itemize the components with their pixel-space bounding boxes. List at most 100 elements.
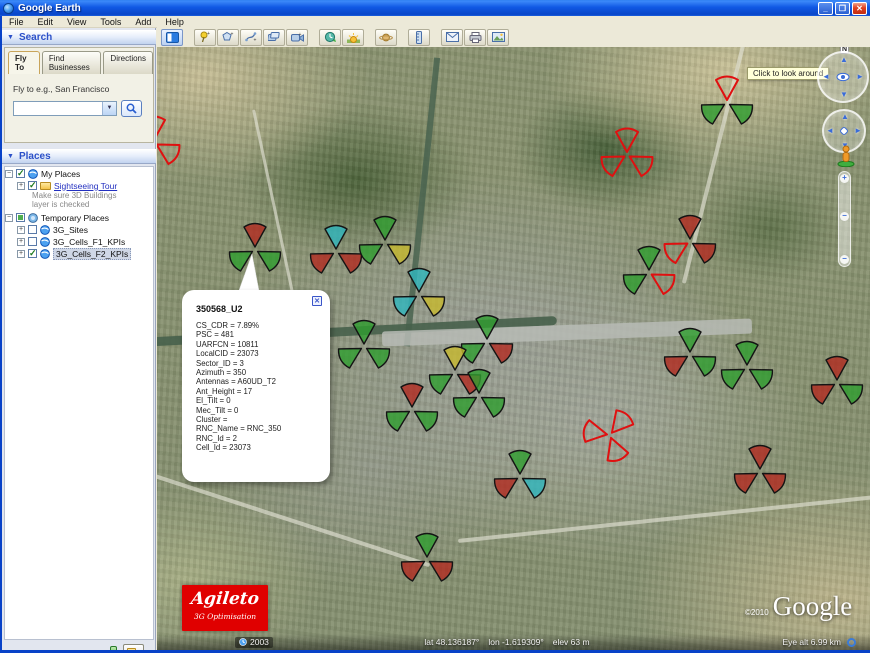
title-bar[interactable]: Google Earth _ ❐ ✕ (0, 0, 870, 16)
fly-to-input[interactable]: ▼ (13, 101, 117, 116)
look-left-arrow-icon[interactable]: ◄ (822, 72, 830, 81)
look-up-arrow-icon[interactable]: ▲ (840, 55, 848, 64)
sector-cyan[interactable] (408, 269, 430, 293)
menu-help[interactable]: Help (158, 17, 191, 27)
3g-cells-f1-checkbox[interactable] (28, 237, 37, 246)
sector-green[interactable] (451, 388, 482, 419)
switch-planet-button[interactable] (375, 29, 397, 46)
ruler-button[interactable] (408, 29, 430, 46)
save-image-button[interactable] (487, 29, 509, 46)
sector-red[interactable] (687, 234, 718, 265)
sightseeing-checkbox[interactable] (28, 181, 37, 190)
expand-node-icon[interactable]: + (17, 250, 25, 258)
cell-site-marker[interactable] (725, 437, 795, 507)
tree-item-3g-sites[interactable]: + 3G_Sites (17, 224, 153, 235)
sector-red[interactable] (732, 464, 763, 495)
sector-green[interactable] (834, 375, 865, 406)
cell-site-marker[interactable] (802, 348, 870, 418)
cell-site-marker[interactable] (655, 207, 725, 277)
places-panel-header[interactable]: ▼ Places (2, 149, 156, 164)
sector-red[interactable] (749, 446, 771, 470)
3g-sites-checkbox[interactable] (28, 225, 37, 234)
collapse-node-icon[interactable]: − (5, 170, 13, 178)
tab-directions[interactable]: Directions (103, 51, 153, 74)
show-sidebar-button[interactable] (161, 29, 183, 46)
cell-site-marker[interactable] (444, 361, 514, 431)
sector-outline[interactable] (157, 117, 165, 141)
sector-outline[interactable] (604, 408, 636, 440)
sector-green[interactable] (621, 265, 652, 296)
sector-green[interactable] (468, 370, 490, 394)
email-button[interactable] (441, 29, 463, 46)
menu-view[interactable]: View (60, 17, 93, 27)
sector-green[interactable] (736, 342, 758, 366)
sector-green[interactable] (336, 339, 367, 370)
sector-green[interactable] (476, 388, 507, 419)
cell-site-marker[interactable] (485, 442, 555, 512)
sector-red[interactable] (826, 357, 848, 381)
sector-outline[interactable] (601, 434, 630, 464)
cell-site-marker[interactable] (592, 120, 662, 190)
move-left-arrow-icon[interactable]: ◄ (826, 126, 834, 135)
close-button[interactable]: ✕ (852, 2, 867, 15)
move-right-arrow-icon[interactable]: ► (854, 126, 862, 135)
imagery-date[interactable]: 2003 (235, 637, 273, 648)
temporary-places-checkbox[interactable] (16, 213, 25, 222)
add-path-button[interactable]: + (240, 29, 262, 46)
tree-item-temporary-places[interactable]: − Temporary Places (5, 212, 153, 223)
sector-green[interactable] (476, 316, 498, 340)
expand-node-icon[interactable]: + (17, 226, 25, 234)
sector-green[interactable] (699, 95, 730, 126)
tree-item-3g-cells-f1-kpis[interactable]: + 3G_Cells_F1_KPIs (17, 236, 153, 247)
sector-green[interactable] (384, 402, 415, 433)
tree-item-my-places[interactable]: − My Places (5, 168, 153, 179)
map-viewport[interactable]: ✕ 350568_U2 CS_CDR = 7.89% PSC = 481 UAR… (157, 47, 870, 650)
sector-red[interactable] (401, 384, 423, 408)
historical-imagery-button[interactable] (319, 29, 341, 46)
sector-green[interactable] (744, 360, 775, 391)
balloon-close-icon[interactable]: ✕ (312, 296, 322, 306)
sunlight-button[interactable] (342, 29, 364, 46)
expand-node-icon[interactable]: + (17, 182, 25, 190)
cell-site-marker[interactable] (157, 108, 189, 178)
sector-green[interactable] (416, 534, 438, 558)
add-placemark-button[interactable]: + (194, 29, 216, 46)
sector-green[interactable] (353, 321, 375, 345)
cell-site-marker[interactable] (392, 525, 462, 595)
sector-red[interactable] (809, 375, 840, 406)
cell-site-marker[interactable] (712, 333, 782, 403)
look-right-arrow-icon[interactable]: ► (856, 72, 864, 81)
menu-tools[interactable]: Tools (93, 17, 128, 27)
sector-red[interactable] (679, 216, 701, 240)
sector-red[interactable] (492, 469, 523, 500)
record-tour-button[interactable]: + (286, 29, 308, 46)
sector-red[interactable] (399, 552, 430, 583)
tab-fly-to[interactable]: Fly To (8, 51, 40, 74)
look-joystick[interactable]: ▲ ▼ ◄ ► (817, 51, 869, 103)
my-places-checkbox[interactable] (16, 169, 25, 178)
sector-red[interactable] (308, 244, 339, 275)
sector-red[interactable] (757, 464, 788, 495)
sector-red[interactable] (662, 347, 693, 378)
menu-add[interactable]: Add (128, 17, 158, 27)
sector-outline[interactable] (157, 135, 182, 166)
pegman-street-view-icon[interactable] (837, 145, 855, 167)
look-down-arrow-icon[interactable]: ▼ (840, 90, 848, 99)
sector-green[interactable] (409, 402, 440, 433)
minimize-button[interactable]: _ (818, 2, 833, 15)
menu-file[interactable]: File (2, 17, 31, 27)
cell-site-marker[interactable] (377, 375, 447, 445)
tab-find-businesses[interactable]: Find Businesses (42, 51, 102, 74)
collapse-node-icon[interactable]: − (5, 214, 13, 222)
tree-item-sightseeing-tour[interactable]: + Sightseeing Tour (17, 180, 153, 191)
menu-edit[interactable]: Edit (31, 17, 61, 27)
3g-cells-f2-checkbox[interactable] (28, 249, 37, 258)
zoom-out-button[interactable]: − (840, 255, 849, 264)
search-button[interactable] (121, 100, 142, 117)
sector-cyan[interactable] (517, 469, 548, 500)
add-image-overlay-button[interactable] (263, 29, 285, 46)
cell-site-marker[interactable] (329, 312, 399, 382)
sector-yellow[interactable] (416, 287, 447, 318)
sector-green[interactable] (374, 217, 396, 241)
cell-site-marker[interactable] (575, 400, 645, 470)
